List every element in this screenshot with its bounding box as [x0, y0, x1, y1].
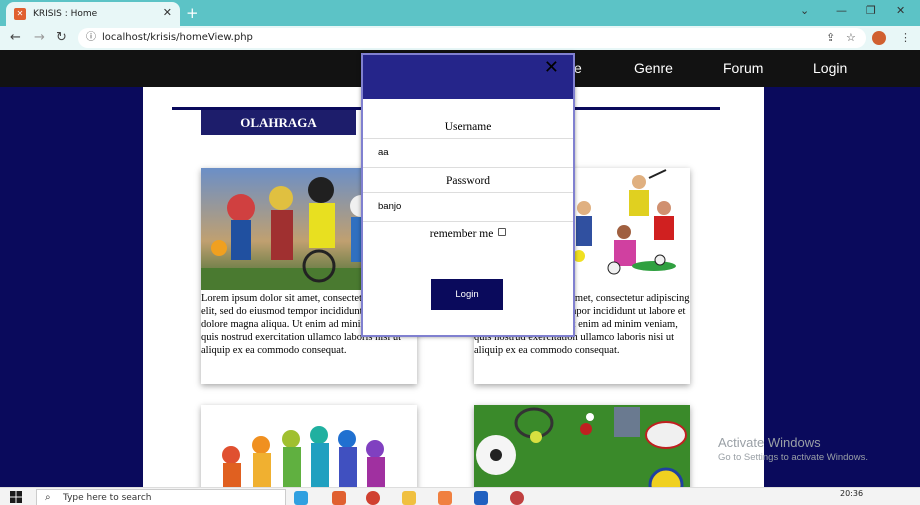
browser-tab-bar: ✕ KRISIS : Home ✕ + ⌄ — ❐ ✕	[0, 0, 920, 26]
remember-me-label: remember me	[429, 228, 494, 240]
reload-icon[interactable]: ↻	[56, 30, 67, 45]
modal-header	[363, 55, 573, 99]
nav-genre[interactable]: Genre	[634, 60, 673, 76]
app-icon[interactable]	[438, 491, 452, 505]
url-text: localhost/krisis/homeView.php	[102, 32, 253, 43]
share-icon[interactable]: ⇪	[826, 31, 835, 44]
browser-tab[interactable]: ✕ KRISIS : Home ✕	[6, 2, 180, 26]
tab-search-icon[interactable]: ⌄	[800, 4, 809, 17]
colorful-athletes-silhouettes-image	[201, 405, 417, 495]
watermark-subtitle: Go to Settings to activate Windows.	[718, 452, 868, 463]
nav-home-partial[interactable]: e	[574, 60, 582, 76]
xampp-app-icon[interactable]	[332, 491, 346, 505]
back-icon[interactable]: ←	[10, 30, 21, 45]
search-icon: ⌕	[45, 492, 51, 503]
article-card[interactable]	[201, 405, 417, 495]
password-label: Password	[445, 175, 491, 187]
chrome-alt-app-icon[interactable]	[510, 491, 524, 505]
vscode-icon[interactable]	[474, 491, 488, 505]
minimize-icon[interactable]: —	[836, 4, 847, 17]
login-modal: ✕ Username aa Password banjo remember me…	[361, 53, 575, 337]
close-icon[interactable]: ✕	[544, 57, 559, 78]
taskbar-search[interactable]: ⌕ Type here to search	[36, 489, 286, 505]
login-button[interactable]: Login	[431, 279, 503, 310]
article-card[interactable]	[474, 405, 690, 495]
sports-balls-on-grass-image	[474, 405, 690, 495]
password-field[interactable]: banjo	[363, 192, 573, 222]
taskbar-clock[interactable]: 20:36	[840, 489, 863, 498]
windows-start-icon[interactable]	[10, 491, 22, 503]
forward-icon[interactable]: →	[34, 30, 45, 45]
nav-forum[interactable]: Forum	[723, 60, 763, 76]
tab-close-icon[interactable]: ✕	[163, 6, 172, 19]
address-bar-row: ← → ↻ ⓘ localhost/krisis/homeView.php ⇪ …	[0, 26, 920, 50]
edge-app-icon[interactable]	[294, 491, 308, 505]
window-close-icon[interactable]: ✕	[896, 4, 905, 17]
restore-icon[interactable]: ❐	[866, 4, 876, 17]
section-title: OLAHRAGA	[201, 110, 356, 135]
nav-login[interactable]: Login	[813, 60, 847, 76]
bookmark-star-icon[interactable]: ☆	[846, 31, 856, 44]
username-label: Username	[444, 121, 492, 133]
info-icon: ⓘ	[86, 32, 96, 43]
remember-me-row: remember me	[363, 228, 573, 240]
menu-kebab-icon[interactable]: ⋮	[900, 31, 911, 44]
taskbar-search-placeholder: Type here to search	[63, 493, 152, 503]
watermark-title: Activate Windows	[718, 435, 821, 450]
chrome-app-icon[interactable]	[366, 491, 380, 505]
file-explorer-icon[interactable]	[402, 491, 416, 505]
remember-me-checkbox[interactable]	[498, 228, 507, 236]
activate-windows-watermark: Activate Windows Go to Settings to activ…	[718, 435, 868, 463]
url-field[interactable]: ⓘ localhost/krisis/homeView.php	[78, 28, 866, 48]
new-tab-icon[interactable]: +	[186, 4, 199, 22]
windows-taskbar: ⌕ Type here to search 20:36	[0, 487, 920, 505]
profile-avatar[interactable]	[872, 31, 886, 45]
username-field[interactable]: aa	[363, 138, 573, 168]
tab-title: KRISIS : Home	[33, 9, 98, 19]
xampp-icon: ✕	[14, 8, 26, 20]
